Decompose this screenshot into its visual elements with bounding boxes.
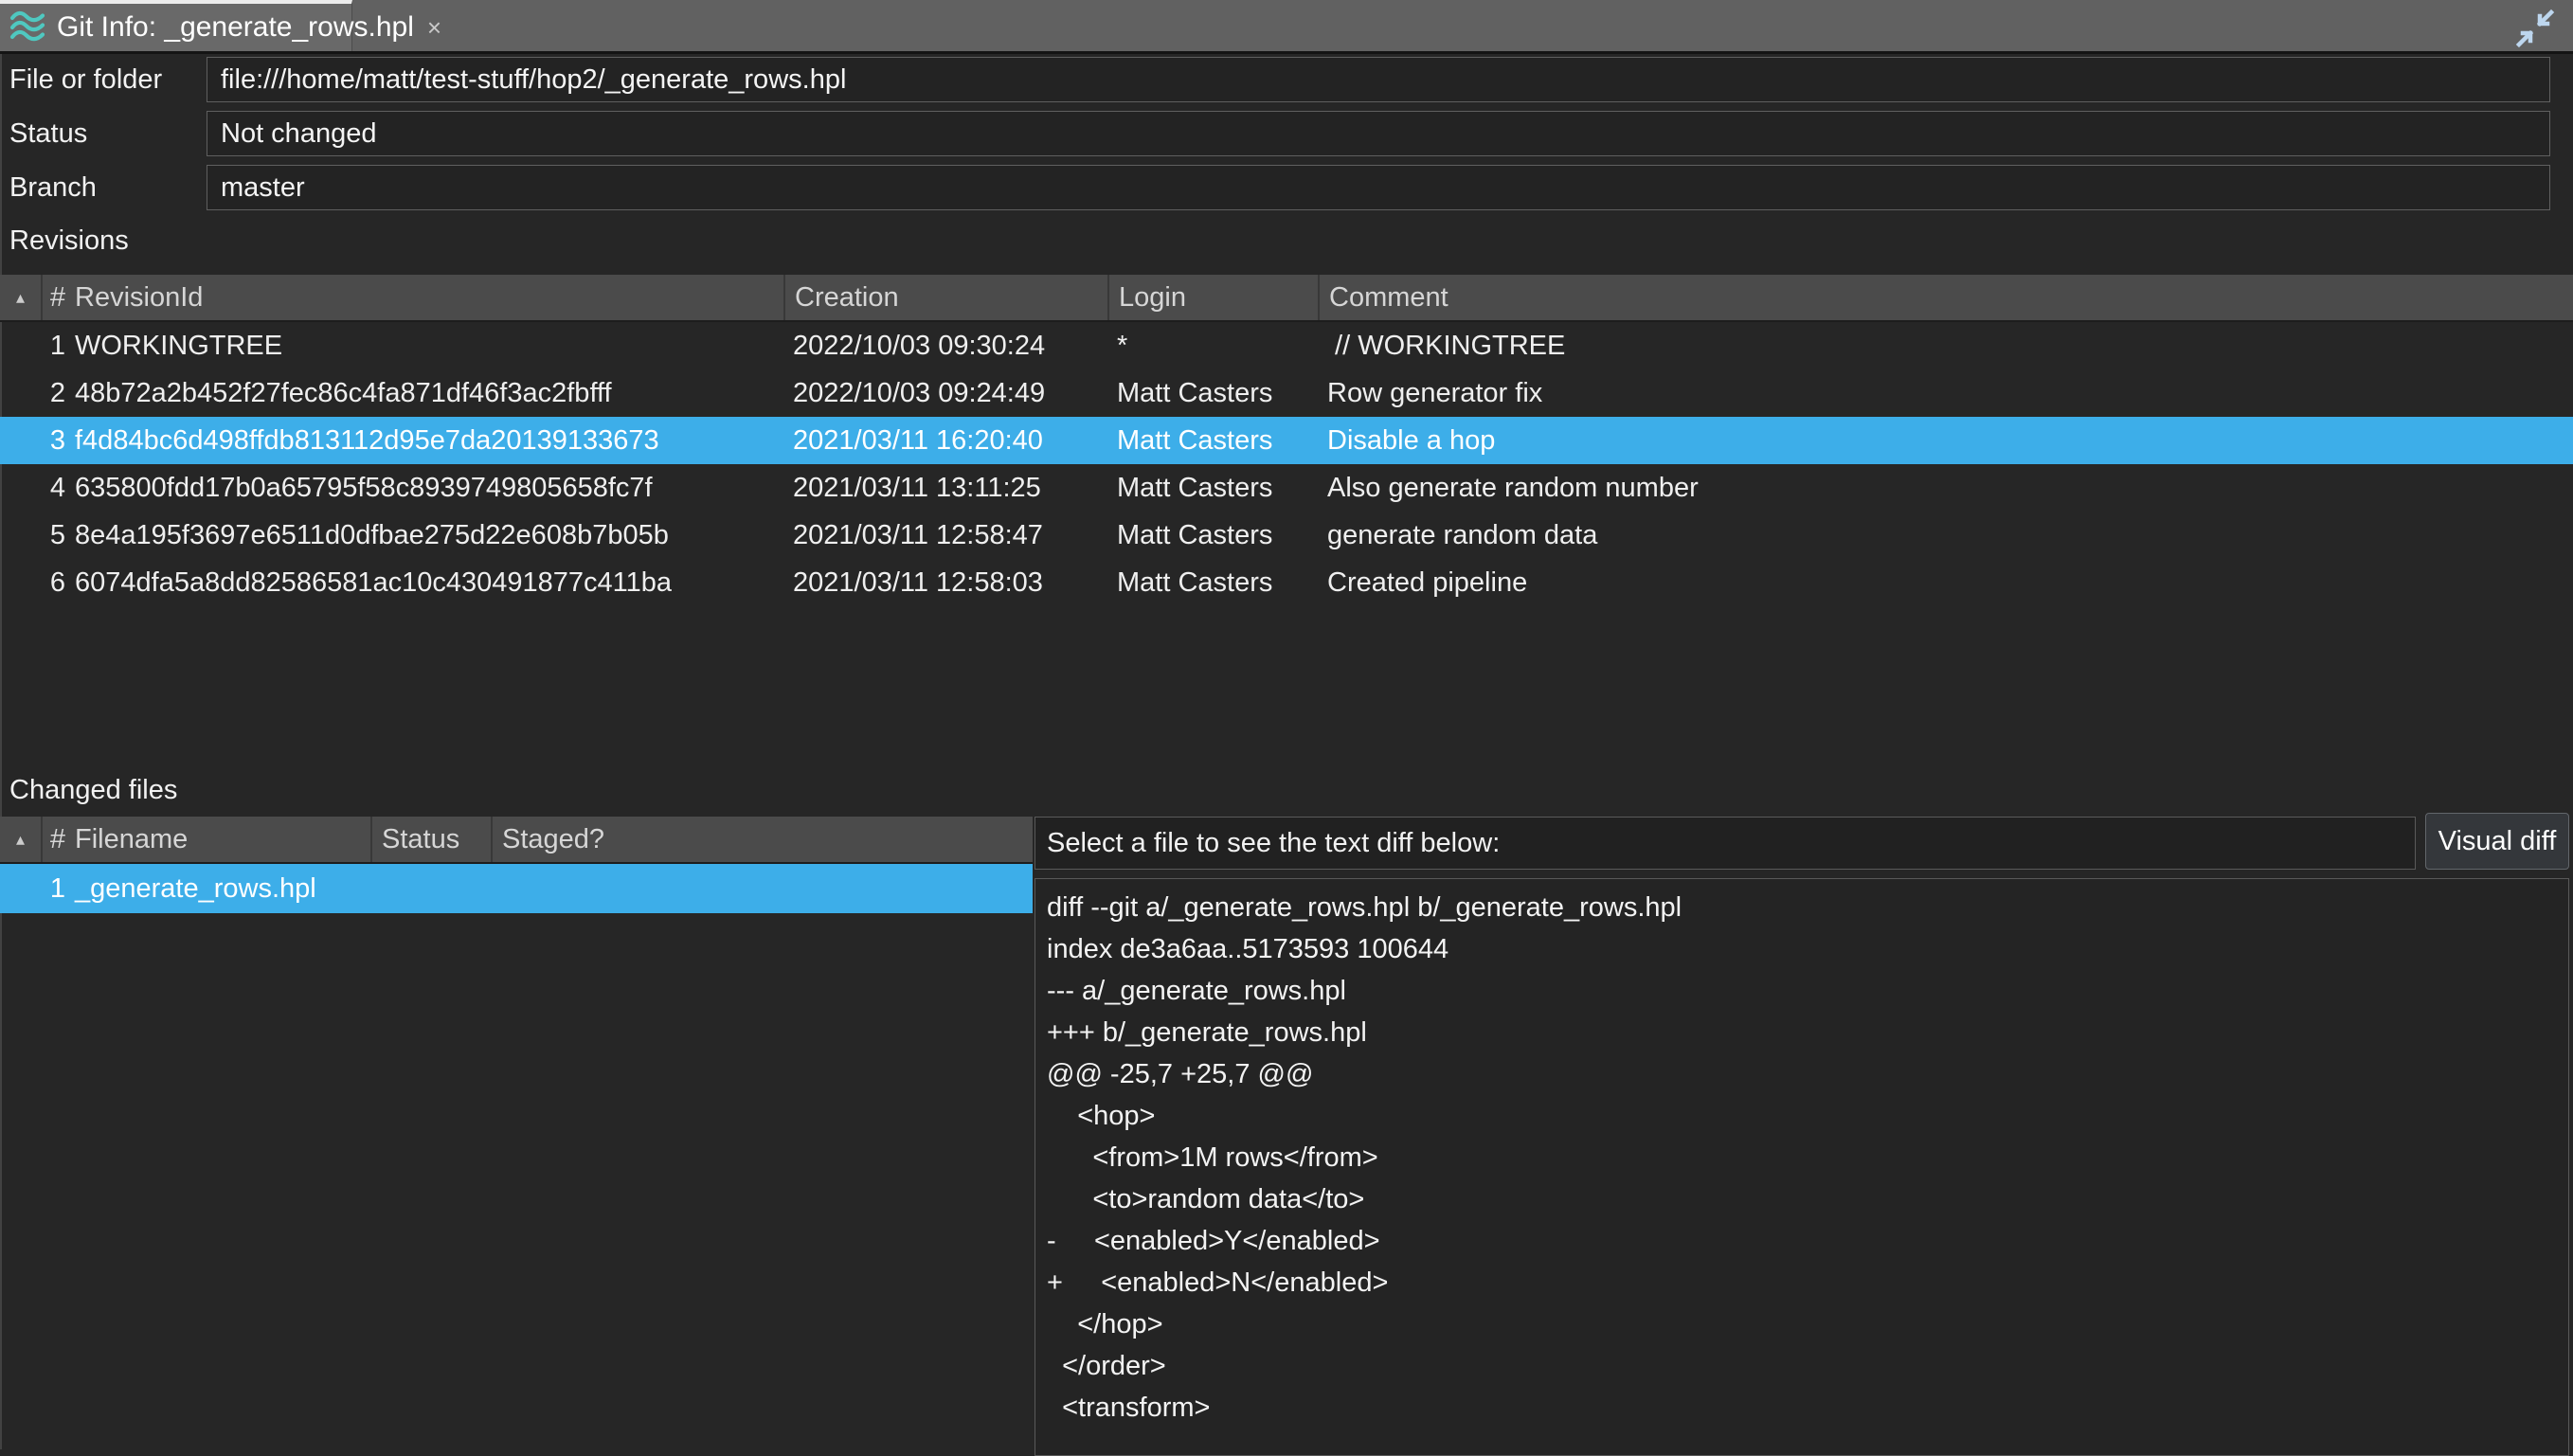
diff-line: <hop> <box>1047 1095 2568 1137</box>
revision-row-5[interactable]: 5 8e4a195f3697e6511d0dfbae275d22e608b7b0… <box>0 512 2573 559</box>
revision-comment: generate random data <box>1318 512 2573 559</box>
revision-comment: Disable a hop <box>1318 417 2573 464</box>
revision-row-1[interactable]: 1 WORKINGTREE 2022/10/03 09:30:24 * // W… <box>0 322 2573 369</box>
column-header-revisionid[interactable]: RevisionId <box>69 275 783 320</box>
tab-title: Git Info: _generate_rows.hpl <box>57 11 414 44</box>
form-row-status: Status Not changed <box>0 111 2573 156</box>
column-header-status[interactable]: Status <box>370 817 491 862</box>
diff-line: - <enabled>Y</enabled> <box>1047 1220 2568 1262</box>
collapse-arrows-icon[interactable] <box>2514 8 2556 49</box>
revision-id: 48b72a2b452f27fec86c4fa871df46f3ac2fbfff <box>69 369 783 417</box>
diff-line: <transform> <box>1047 1387 2568 1429</box>
file-or-folder-label: File or folder <box>9 57 162 102</box>
revisions-table-header: ▴ # RevisionId Creation Login Comment <box>0 275 2573 322</box>
diff-line: </hop> <box>1047 1303 2568 1345</box>
revision-login: Matt Casters <box>1107 559 1318 606</box>
revision-num: 4 <box>43 464 69 512</box>
status-label: Status <box>9 111 87 156</box>
changed-file-row-1-selected[interactable]: 1 _generate_rows.hpl <box>0 864 1033 913</box>
revision-creation: 2021/03/11 13:11:25 <box>783 464 1107 512</box>
revision-creation: 2022/10/03 09:30:24 <box>783 322 1107 369</box>
revision-login: Matt Casters <box>1107 512 1318 559</box>
status-field[interactable]: Not changed <box>207 111 2550 156</box>
revision-id: 635800fdd17b0a65795f58c8939749805658fc7f <box>69 464 783 512</box>
changed-files-table-header: ▴ # Filename Status Staged? <box>0 817 1033 864</box>
tab-bar: Git Info: _generate_rows.hpl × <box>0 0 2573 54</box>
sort-ascending-icon[interactable]: ▴ <box>0 275 43 320</box>
diff-line: +++ b/_generate_rows.hpl <box>1047 1012 2568 1053</box>
revision-id: 6074dfa5a8dd82586581ac10c430491877c411ba <box>69 559 783 606</box>
revision-num: 6 <box>43 559 69 606</box>
revision-id: f4d84bc6d498ffdb813112d95e7da20139133673 <box>69 417 783 464</box>
text-diff-area[interactable]: diff --git a/_generate_rows.hpl b/_gener… <box>1035 878 2569 1456</box>
changed-files-table: ▴ # Filename Status Staged? 1 _generate_… <box>0 817 1033 913</box>
column-header-num[interactable]: # <box>43 817 69 862</box>
revision-login: * <box>1107 322 1318 369</box>
form-row-file: File or folder file:///home/matt/test-st… <box>0 57 2573 102</box>
changed-file-filename: _generate_rows.hpl <box>69 864 370 913</box>
form-row-branch: Branch master <box>0 165 2573 210</box>
revisions-section-label: Revisions <box>9 225 129 257</box>
tab-git-info[interactable]: Git Info: _generate_rows.hpl × <box>0 0 352 51</box>
revisions-table: ▴ # RevisionId Creation Login Comment 1 … <box>0 275 2573 606</box>
diff-line: <to>random data</to> <box>1047 1178 2568 1220</box>
revision-row-3-selected[interactable]: 3 f4d84bc6d498ffdb813112d95e7da201391336… <box>0 417 2573 464</box>
revision-row-2[interactable]: 2 48b72a2b452f27fec86c4fa871df46f3ac2fbf… <box>0 369 2573 417</box>
diff-line: index de3a6aa..5173593 100644 <box>1047 928 2568 970</box>
column-header-creation[interactable]: Creation <box>783 275 1107 320</box>
revision-row-6[interactable]: 6 6074dfa5a8dd82586581ac10c430491877c411… <box>0 559 2573 606</box>
diff-file-prompt-field[interactable]: Select a file to see the text diff below… <box>1035 817 2416 870</box>
diff-line: diff --git a/_generate_rows.hpl b/_gener… <box>1047 887 2568 928</box>
sort-ascending-icon[interactable]: ▴ <box>0 817 43 862</box>
revision-comment: // WORKINGTREE <box>1318 322 2573 369</box>
diff-line: @@ -25,7 +25,7 @@ <box>1047 1053 2568 1095</box>
revision-row-4[interactable]: 4 635800fdd17b0a65795f58c8939749805658fc… <box>0 464 2573 512</box>
column-header-staged[interactable]: Staged? <box>491 817 1033 862</box>
column-header-login[interactable]: Login <box>1107 275 1318 320</box>
diff-line: </order> <box>1047 1345 2568 1387</box>
column-header-filename[interactable]: Filename <box>69 817 370 862</box>
column-header-comment[interactable]: Comment <box>1318 275 2573 320</box>
branch-label: Branch <box>9 165 97 210</box>
column-header-num[interactable]: # <box>43 275 69 320</box>
tab-close-icon[interactable]: × <box>425 15 441 40</box>
revision-login: Matt Casters <box>1107 369 1318 417</box>
revision-comment: Created pipeline <box>1318 559 2573 606</box>
revision-login: Matt Casters <box>1107 417 1318 464</box>
changed-file-status <box>370 864 491 913</box>
diff-line: --- a/_generate_rows.hpl <box>1047 970 2568 1012</box>
revision-creation: 2021/03/11 12:58:47 <box>783 512 1107 559</box>
revision-creation: 2021/03/11 12:58:03 <box>783 559 1107 606</box>
revision-creation: 2021/03/11 16:20:40 <box>783 417 1107 464</box>
revision-id: 8e4a195f3697e6511d0dfbae275d22e608b7b05b <box>69 512 783 559</box>
diff-line: <from>1M rows</from> <box>1047 1137 2568 1178</box>
revision-num: 1 <box>43 322 69 369</box>
window-left-edge <box>0 54 2 1449</box>
changed-files-section-label: Changed files <box>9 775 177 806</box>
revision-comment: Also generate random number <box>1318 464 2573 512</box>
branch-field[interactable]: master <box>207 165 2550 210</box>
revision-id: WORKINGTREE <box>69 322 783 369</box>
changed-file-staged <box>491 864 1033 913</box>
file-or-folder-field[interactable]: file:///home/matt/test-stuff/hop2/_gener… <box>207 57 2550 102</box>
revision-creation: 2022/10/03 09:24:49 <box>783 369 1107 417</box>
hop-waves-icon <box>9 9 45 45</box>
revision-num: 2 <box>43 369 69 417</box>
diff-line: + <enabled>N</enabled> <box>1047 1262 2568 1303</box>
revision-comment: Row generator fix <box>1318 369 2573 417</box>
visual-diff-button[interactable]: Visual diff <box>2425 813 2569 870</box>
revision-login: Matt Casters <box>1107 464 1318 512</box>
changed-file-num: 1 <box>43 864 69 913</box>
revision-num: 5 <box>43 512 69 559</box>
revision-num: 3 <box>43 417 69 464</box>
